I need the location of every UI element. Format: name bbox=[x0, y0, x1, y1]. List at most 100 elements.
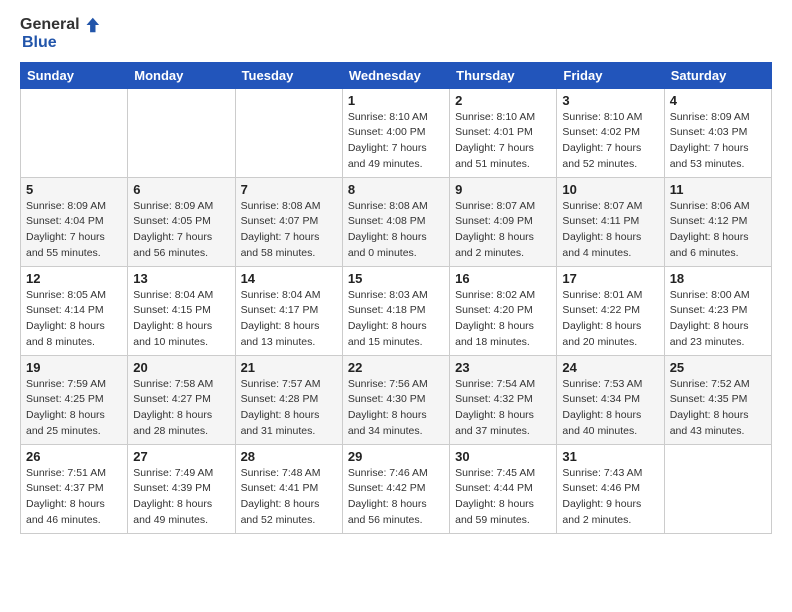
day-detail: Sunrise: 7:54 AM Sunset: 4:32 PM Dayligh… bbox=[455, 377, 551, 440]
day-detail: Sunrise: 8:09 AM Sunset: 4:04 PM Dayligh… bbox=[26, 199, 122, 262]
day-detail: Sunrise: 7:57 AM Sunset: 4:28 PM Dayligh… bbox=[241, 377, 337, 440]
day-cell-1: 1 Sunrise: 8:10 AM Sunset: 4:00 PM Daylig… bbox=[342, 88, 449, 177]
day-detail: Sunrise: 7:48 AM Sunset: 4:41 PM Dayligh… bbox=[241, 466, 337, 529]
day-number: 23 bbox=[455, 360, 551, 375]
day-number: 12 bbox=[26, 271, 122, 286]
empty-cell bbox=[21, 88, 128, 177]
day-detail: Sunrise: 8:06 AM Sunset: 4:12 PM Dayligh… bbox=[670, 199, 766, 262]
day-cell-31: 31 Sunrise: 7:43 AM Sunset: 4:46 PM Dayli… bbox=[557, 444, 664, 533]
day-cell-15: 15Sunrise: 8:03 AM Sunset: 4:18 PM Dayli… bbox=[342, 266, 449, 355]
day-cell-17: 17 Sunrise: 8:01 AM Sunset: 4:22 PM Dayli… bbox=[557, 266, 664, 355]
day-detail: Sunrise: 8:03 AM Sunset: 4:18 PM Dayligh… bbox=[348, 288, 444, 351]
day-number: 11 bbox=[670, 182, 766, 197]
day-detail: Sunrise: 8:09 AM Sunset: 4:05 PM Dayligh… bbox=[133, 199, 229, 262]
empty-cell bbox=[235, 88, 342, 177]
day-detail: Sunrise: 7:56 AM Sunset: 4:30 PM Dayligh… bbox=[348, 377, 444, 440]
day-number: 16 bbox=[455, 271, 551, 286]
day-detail: Sunrise: 8:10 AM Sunset: 4:01 PM Dayligh… bbox=[455, 110, 551, 173]
day-number: 5 bbox=[26, 182, 122, 197]
day-number: 19 bbox=[26, 360, 122, 375]
day-number: 2 bbox=[455, 93, 551, 108]
day-cell-28: 28Sunrise: 7:48 AM Sunset: 4:41 PM Dayli… bbox=[235, 444, 342, 533]
day-number: 1 bbox=[348, 93, 444, 108]
page: General Blue SundayMondayTuesdayWednesda… bbox=[0, 0, 792, 550]
day-cell-3: 3 Sunrise: 8:10 AM Sunset: 4:02 PM Daylig… bbox=[557, 88, 664, 177]
col-header-tuesday: Tuesday bbox=[235, 62, 342, 88]
calendar-table: SundayMondayTuesdayWednesdayThursdayFrid… bbox=[20, 62, 772, 534]
week-row-4: 19 Sunrise: 7:59 AM Sunset: 4:25 PM Dayli… bbox=[21, 355, 772, 444]
day-number: 27 bbox=[133, 449, 229, 464]
day-cell-20: 20Sunrise: 7:58 AM Sunset: 4:27 PM Dayli… bbox=[128, 355, 235, 444]
day-cell-18: 18Sunrise: 8:00 AM Sunset: 4:23 PM Dayli… bbox=[664, 266, 771, 355]
day-number: 9 bbox=[455, 182, 551, 197]
day-cell-30: 30Sunrise: 7:45 AM Sunset: 4:44 PM Dayli… bbox=[450, 444, 557, 533]
day-cell-8: 8 Sunrise: 8:08 AM Sunset: 4:08 PM Daylig… bbox=[342, 177, 449, 266]
col-header-sunday: Sunday bbox=[21, 62, 128, 88]
day-detail: Sunrise: 7:53 AM Sunset: 4:34 PM Dayligh… bbox=[562, 377, 658, 440]
day-detail: Sunrise: 8:07 AM Sunset: 4:09 PM Dayligh… bbox=[455, 199, 551, 262]
day-cell-12: 12 Sunrise: 8:05 AM Sunset: 4:14 PM Dayli… bbox=[21, 266, 128, 355]
header-row: SundayMondayTuesdayWednesdayThursdayFrid… bbox=[21, 62, 772, 88]
col-header-monday: Monday bbox=[128, 62, 235, 88]
day-number: 13 bbox=[133, 271, 229, 286]
day-detail: Sunrise: 8:05 AM Sunset: 4:14 PM Dayligh… bbox=[26, 288, 122, 351]
day-detail: Sunrise: 8:01 AM Sunset: 4:22 PM Dayligh… bbox=[562, 288, 658, 351]
day-number: 7 bbox=[241, 182, 337, 197]
day-detail: Sunrise: 8:04 AM Sunset: 4:17 PM Dayligh… bbox=[241, 288, 337, 351]
week-row-3: 12 Sunrise: 8:05 AM Sunset: 4:14 PM Dayli… bbox=[21, 266, 772, 355]
day-cell-27: 27 Sunrise: 7:49 AM Sunset: 4:39 PM Dayli… bbox=[128, 444, 235, 533]
week-row-5: 26Sunrise: 7:51 AM Sunset: 4:37 PM Dayli… bbox=[21, 444, 772, 533]
day-detail: Sunrise: 8:10 AM Sunset: 4:02 PM Dayligh… bbox=[562, 110, 658, 173]
col-header-wednesday: Wednesday bbox=[342, 62, 449, 88]
day-detail: Sunrise: 8:08 AM Sunset: 4:07 PM Dayligh… bbox=[241, 199, 337, 262]
day-number: 29 bbox=[348, 449, 444, 464]
day-cell-26: 26Sunrise: 7:51 AM Sunset: 4:37 PM Dayli… bbox=[21, 444, 128, 533]
day-number: 25 bbox=[670, 360, 766, 375]
day-number: 21 bbox=[241, 360, 337, 375]
day-detail: Sunrise: 8:08 AM Sunset: 4:08 PM Dayligh… bbox=[348, 199, 444, 262]
col-header-saturday: Saturday bbox=[664, 62, 771, 88]
header: General Blue bbox=[20, 16, 772, 52]
day-detail: Sunrise: 8:10 AM Sunset: 4:00 PM Dayligh… bbox=[348, 110, 444, 173]
day-detail: Sunrise: 8:00 AM Sunset: 4:23 PM Dayligh… bbox=[670, 288, 766, 351]
day-cell-6: 6 Sunrise: 8:09 AM Sunset: 4:05 PM Daylig… bbox=[128, 177, 235, 266]
day-number: 24 bbox=[562, 360, 658, 375]
logo: General Blue bbox=[20, 16, 100, 52]
day-number: 17 bbox=[562, 271, 658, 286]
day-detail: Sunrise: 8:09 AM Sunset: 4:03 PM Dayligh… bbox=[670, 110, 766, 173]
day-cell-23: 23 Sunrise: 7:54 AM Sunset: 4:32 PM Dayli… bbox=[450, 355, 557, 444]
day-detail: Sunrise: 7:59 AM Sunset: 4:25 PM Dayligh… bbox=[26, 377, 122, 440]
day-number: 8 bbox=[348, 182, 444, 197]
col-header-friday: Friday bbox=[557, 62, 664, 88]
day-number: 31 bbox=[562, 449, 658, 464]
day-number: 26 bbox=[26, 449, 122, 464]
logo-blue: Blue bbox=[22, 34, 100, 52]
day-cell-4: 4 Sunrise: 8:09 AM Sunset: 4:03 PM Daylig… bbox=[664, 88, 771, 177]
day-detail: Sunrise: 8:07 AM Sunset: 4:11 PM Dayligh… bbox=[562, 199, 658, 262]
logo-text: General Blue bbox=[20, 16, 100, 52]
day-detail: Sunrise: 7:49 AM Sunset: 4:39 PM Dayligh… bbox=[133, 466, 229, 529]
day-cell-11: 11 Sunrise: 8:06 AM Sunset: 4:12 PM Dayli… bbox=[664, 177, 771, 266]
day-number: 6 bbox=[133, 182, 229, 197]
day-number: 20 bbox=[133, 360, 229, 375]
col-header-thursday: Thursday bbox=[450, 62, 557, 88]
day-cell-2: 2 Sunrise: 8:10 AM Sunset: 4:01 PM Daylig… bbox=[450, 88, 557, 177]
logo-bird-icon bbox=[82, 16, 100, 34]
day-number: 14 bbox=[241, 271, 337, 286]
day-cell-19: 19 Sunrise: 7:59 AM Sunset: 4:25 PM Dayli… bbox=[21, 355, 128, 444]
day-number: 3 bbox=[562, 93, 658, 108]
day-detail: Sunrise: 7:45 AM Sunset: 4:44 PM Dayligh… bbox=[455, 466, 551, 529]
day-number: 4 bbox=[670, 93, 766, 108]
week-row-2: 5 Sunrise: 8:09 AM Sunset: 4:04 PM Daylig… bbox=[21, 177, 772, 266]
day-cell-29: 29 Sunrise: 7:46 AM Sunset: 4:42 PM Dayli… bbox=[342, 444, 449, 533]
day-cell-14: 14 Sunrise: 8:04 AM Sunset: 4:17 PM Dayli… bbox=[235, 266, 342, 355]
day-cell-13: 13Sunrise: 8:04 AM Sunset: 4:15 PM Dayli… bbox=[128, 266, 235, 355]
logo-general: General bbox=[20, 16, 80, 34]
day-detail: Sunrise: 7:43 AM Sunset: 4:46 PM Dayligh… bbox=[562, 466, 658, 529]
day-cell-5: 5 Sunrise: 8:09 AM Sunset: 4:04 PM Daylig… bbox=[21, 177, 128, 266]
day-cell-7: 7 Sunrise: 8:08 AM Sunset: 4:07 PM Daylig… bbox=[235, 177, 342, 266]
day-cell-22: 22Sunrise: 7:56 AM Sunset: 4:30 PM Dayli… bbox=[342, 355, 449, 444]
day-detail: Sunrise: 7:46 AM Sunset: 4:42 PM Dayligh… bbox=[348, 466, 444, 529]
day-cell-24: 24 Sunrise: 7:53 AM Sunset: 4:34 PM Dayli… bbox=[557, 355, 664, 444]
empty-cell bbox=[664, 444, 771, 533]
